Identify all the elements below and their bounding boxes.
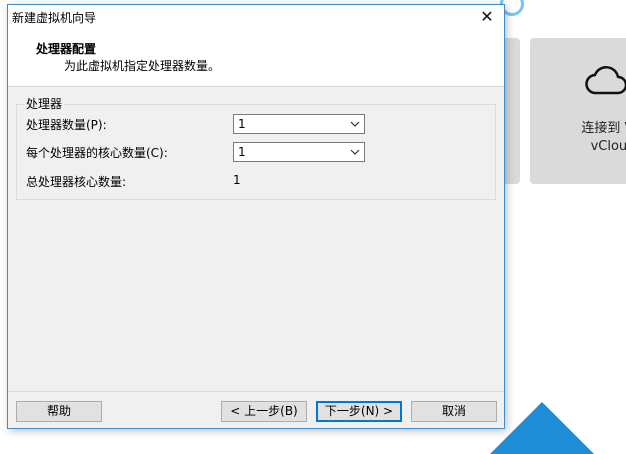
close-icon: ✕	[480, 7, 494, 26]
cloud-icon	[585, 66, 626, 95]
connect-vcloud-label: 连接到 VM vCloud	[581, 121, 626, 154]
cores-per-processor-value: 1	[238, 145, 246, 159]
processor-group-label: 处理器	[24, 95, 65, 112]
processor-count-select[interactable]: 1	[233, 114, 365, 134]
step-description: 为此虚拟机指定处理器数量。	[64, 59, 221, 73]
cores-per-processor-select[interactable]: 1	[233, 142, 365, 162]
dialog-title: 新建虚拟机向导	[12, 11, 97, 25]
close-button[interactable]: ✕	[470, 5, 504, 29]
chevron-down-icon	[350, 121, 360, 127]
processor-count-value: 1	[238, 117, 246, 131]
processor-count-label: 处理器数量(P):	[26, 118, 107, 132]
total-cores-value: 1	[233, 173, 241, 187]
help-button[interactable]: 帮助	[16, 401, 102, 422]
wizard-header: 处理器配置 为此虚拟机指定处理器数量。	[8, 29, 504, 87]
back-button[interactable]: < 上一步(B)	[221, 401, 307, 422]
chevron-down-icon	[350, 149, 360, 155]
dialog-titlebar[interactable]: 新建虚拟机向导 ✕	[8, 5, 504, 29]
step-title: 处理器配置	[36, 42, 97, 56]
footer-divider	[8, 391, 504, 392]
new-vm-wizard-dialog: 新建虚拟机向导 ✕ 处理器配置 为此虚拟机指定处理器数量。 处理器 处理器数量(…	[7, 4, 505, 429]
next-button[interactable]: 下一步(N) >	[316, 401, 402, 422]
total-cores-label: 总处理器核心数量:	[26, 175, 127, 189]
cancel-button[interactable]: 取消	[411, 401, 497, 422]
background-decoration-triangle	[490, 402, 594, 454]
cores-per-processor-label: 每个处理器的核心数量(C):	[26, 146, 168, 160]
connect-vcloud-card[interactable]: 连接到 VM vCloud	[530, 38, 626, 184]
